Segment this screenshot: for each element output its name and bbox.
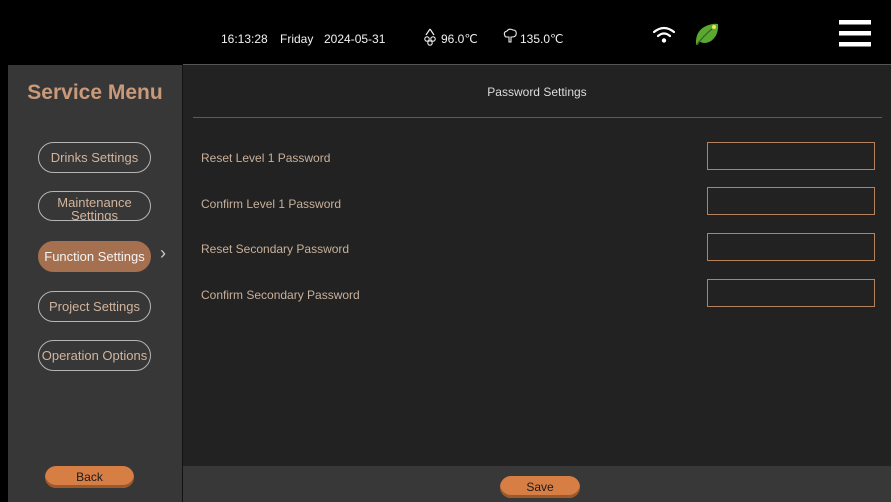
reset-level1-password-label: Reset Level 1 Password [201, 151, 331, 165]
sidebar-item-project-settings[interactable]: Project Settings [38, 291, 151, 322]
droplet-temp-icon [423, 28, 437, 51]
chevron-right-icon: › [160, 243, 166, 263]
clock-time: 16:13:28 [221, 32, 268, 46]
date: 2024-05-31 [324, 32, 386, 46]
confirm-level1-password-label: Confirm Level 1 Password [201, 197, 342, 211]
title-divider [193, 117, 882, 118]
page-title: Password Settings [487, 85, 587, 99]
confirm-level1-password-field[interactable] [707, 187, 875, 215]
status-bar: 16:13:28 Friday 2024-05-31 96.0℃ 135.0℃ [0, 0, 891, 65]
sidebar-item-operation-options[interactable]: Operation Options [38, 340, 151, 371]
steam-temperature: 135.0℃ [520, 32, 564, 46]
wifi-icon [652, 26, 676, 49]
sidebar-item-function-settings[interactable]: Function Settings [38, 241, 151, 272]
eco-leaf-icon [693, 21, 721, 52]
hamburger-menu-icon[interactable] [839, 20, 871, 53]
left-edge [0, 65, 8, 502]
save-button[interactable]: Save [500, 476, 580, 498]
weekday: Friday [280, 32, 314, 46]
bottom-action-bar: Save [183, 466, 891, 502]
reset-secondary-password-label: Reset Secondary Password [201, 242, 350, 256]
sidebar-item-drinks-settings[interactable]: Drinks Settings [38, 142, 151, 173]
confirm-secondary-password-label: Confirm Secondary Password [201, 288, 360, 302]
sidebar-item-maintenance-settings[interactable]: Maintenance Settings [38, 191, 151, 221]
back-button[interactable]: Back [45, 466, 134, 488]
main-panel: Password Settings Reset Level 1 Password… [183, 65, 891, 466]
water-temperature: 96.0℃ [441, 32, 478, 46]
sidebar: Service Menu Drinks Settings Maintenance… [8, 65, 182, 502]
steam-temp-icon [502, 28, 518, 49]
reset-secondary-password-field[interactable] [707, 233, 875, 261]
reset-level1-password-field[interactable] [707, 142, 875, 170]
confirm-secondary-password-field[interactable] [707, 279, 875, 307]
sidebar-title: Service Menu [27, 81, 163, 104]
